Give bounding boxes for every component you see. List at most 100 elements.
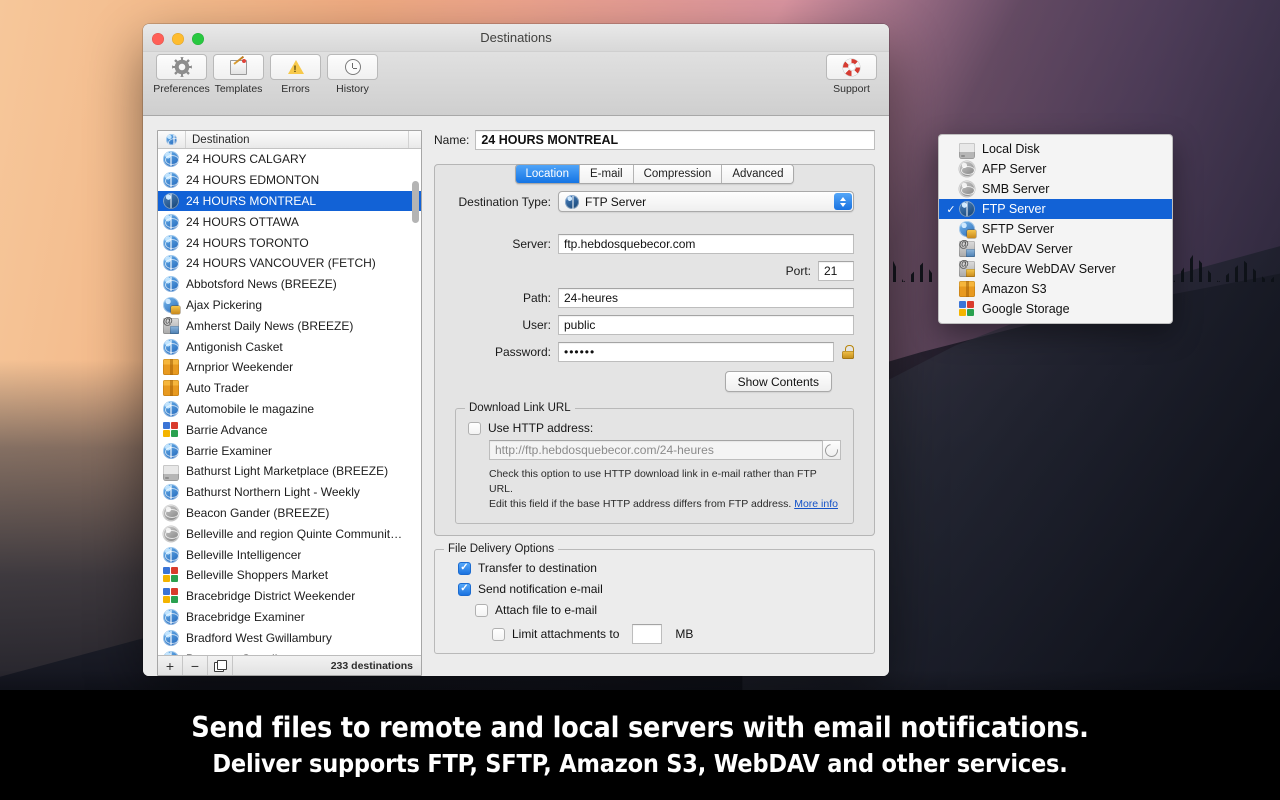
- destination-list-item[interactable]: Barrie Examiner: [158, 440, 421, 461]
- destinations-list-scroll[interactable]: 24 HOURS CALGARY24 HOURS EDMONTON24 HOUR…: [158, 149, 421, 655]
- destination-list-item[interactable]: 24 HOURS VANCOUVER (FETCH): [158, 253, 421, 274]
- http-hint-line-1: Check this option to use HTTP download l…: [468, 467, 841, 497]
- remove-destination-button[interactable]: −: [183, 656, 208, 675]
- globe-icon: [163, 401, 179, 417]
- dropdown-menu-item-label: WebDAV Server: [982, 242, 1073, 256]
- toolbar-item-templates[interactable]: Templates: [213, 54, 264, 95]
- destination-list-item[interactable]: Beacon Gander (BREEZE): [158, 503, 421, 524]
- send-notification-email-row[interactable]: Send notification e-mail: [447, 582, 862, 596]
- destination-list-item[interactable]: Belleville and region Quinte Communit…: [158, 523, 421, 544]
- globe-icon: [163, 630, 179, 646]
- list-header-destination[interactable]: Destination: [186, 131, 409, 148]
- destination-list-item[interactable]: Amherst Daily News (BREEZE): [158, 315, 421, 336]
- duplicate-destination-button[interactable]: [208, 656, 233, 675]
- destination-list-item[interactable]: Bathurst Northern Light - Weekly: [158, 482, 421, 503]
- destination-list-item[interactable]: Belleville Intelligencer: [158, 544, 421, 565]
- limit-attachments-row[interactable]: Limit attachments to MB: [447, 624, 862, 644]
- list-scrollbar-thumb[interactable]: [412, 181, 419, 223]
- destination-list-item[interactable]: Brampton Guardian: [158, 648, 421, 655]
- destination-list-item-label: Bathurst Northern Light - Weekly: [186, 485, 360, 499]
- destination-list-item-label: 24 HOURS CALGARY: [186, 152, 307, 166]
- destination-list-item[interactable]: Barrie Advance: [158, 419, 421, 440]
- more-info-link[interactable]: More info: [794, 498, 838, 510]
- destinations-list-panel: Destination 24 HOURS CALGARY 24 HOURS EDM…: [157, 130, 422, 676]
- destination-list-item[interactable]: Bracebridge Examiner: [158, 607, 421, 628]
- toolbar-item-history[interactable]: History: [327, 54, 378, 95]
- dropdown-menu-item[interactable]: Amazon S3: [939, 279, 1172, 299]
- toolbar-item-support[interactable]: Support: [826, 54, 877, 95]
- destination-list-item[interactable]: Ajax Pickering: [158, 295, 421, 316]
- destination-list-item[interactable]: Automobile le magazine: [158, 399, 421, 420]
- send-notification-email-checkbox[interactable]: [458, 583, 471, 596]
- dropdown-menu-item[interactable]: AFP Server: [939, 159, 1172, 179]
- destination-list-item[interactable]: Abbotsford News (BREEZE): [158, 274, 421, 295]
- password-input[interactable]: ••••••: [558, 342, 834, 362]
- destination-type-popup[interactable]: FTP Server: [558, 191, 854, 212]
- limit-attachments-checkbox[interactable]: [492, 628, 505, 641]
- tab-email[interactable]: E-mail: [580, 165, 634, 183]
- dropdown-menu-item[interactable]: WebDAV Server: [939, 239, 1172, 259]
- show-contents-button[interactable]: Show Contents: [725, 371, 832, 392]
- use-http-address-row[interactable]: Use HTTP address:: [468, 421, 841, 435]
- dropdown-menu-item[interactable]: Google Storage: [939, 299, 1172, 319]
- toolbar-main-group: Preferences Templates Errors History: [156, 54, 378, 95]
- destination-list-item[interactable]: Bradford West Gwillambury: [158, 627, 421, 648]
- user-input[interactable]: public: [558, 315, 854, 335]
- attach-file-to-email-row[interactable]: Attach file to e-mail: [447, 603, 862, 617]
- tab-location[interactable]: Location: [516, 165, 580, 183]
- destination-list-item[interactable]: 24 HOURS TORONTO: [158, 232, 421, 253]
- sftp-lock-globe-icon: [959, 221, 975, 237]
- tab-advanced[interactable]: Advanced: [722, 165, 793, 183]
- destination-list-item-label: Bradford West Gwillambury: [186, 631, 332, 645]
- list-header-row[interactable]: Destination: [158, 131, 421, 149]
- destination-list-item[interactable]: Auto Trader: [158, 378, 421, 399]
- toolbar-item-preferences[interactable]: Preferences: [156, 54, 207, 95]
- window-body: Destination 24 HOURS CALGARY 24 HOURS EDM…: [143, 116, 889, 676]
- server-sphere-icon: [163, 505, 179, 521]
- toolbar-item-errors[interactable]: Errors: [270, 54, 321, 95]
- globe-icon: [163, 609, 179, 625]
- name-label: Name:: [434, 133, 469, 147]
- chevron-updown-icon[interactable]: [834, 193, 852, 210]
- name-input[interactable]: 24 HOURS MONTREAL: [475, 130, 875, 150]
- http-url-input[interactable]: http://ftp.hebdosquebecor.com/24-heures: [489, 440, 823, 460]
- window-titlebar[interactable]: Destinations: [143, 24, 889, 52]
- attach-file-to-email-checkbox[interactable]: [475, 604, 488, 617]
- destination-list-item[interactable]: 24 HOURS MONTREAL: [158, 191, 421, 212]
- destination-list-item[interactable]: Antigonish Casket: [158, 336, 421, 357]
- tab-compression[interactable]: Compression: [634, 165, 723, 183]
- server-sphere-icon: [959, 181, 975, 197]
- lock-icon[interactable]: [842, 345, 854, 359]
- dropdown-menu-item[interactable]: SFTP Server: [939, 219, 1172, 239]
- dropdown-menu-item[interactable]: ✓FTP Server: [939, 199, 1172, 219]
- dropdown-menu-item[interactable]: Secure WebDAV Server: [939, 259, 1172, 279]
- destination-list-item[interactable]: Belleville Shoppers Market: [158, 565, 421, 586]
- local-disk-icon: [959, 141, 975, 157]
- destination-list-item[interactable]: Arnprior Weekender: [158, 357, 421, 378]
- port-row: Port: 21: [455, 261, 854, 281]
- list-scrollbar[interactable]: [411, 151, 420, 653]
- destination-list-item[interactable]: 24 HOURS OTTAWA: [158, 211, 421, 232]
- limit-attachments-input[interactable]: [632, 624, 662, 644]
- destination-list-item[interactable]: Bathurst Light Marketplace (BREEZE): [158, 461, 421, 482]
- destination-list-item-label: Ajax Pickering: [186, 298, 262, 312]
- dropdown-menu-item[interactable]: SMB Server: [939, 179, 1172, 199]
- desktop-wallpaper: Destinations Preferences Templates Error…: [0, 0, 1280, 800]
- path-input[interactable]: 24-heures: [558, 288, 854, 308]
- add-destination-button[interactable]: +: [158, 656, 183, 675]
- destination-list-item[interactable]: 24 HOURS CALGARY: [158, 149, 421, 170]
- server-input[interactable]: ftp.hebdosquebecor.com: [558, 234, 854, 254]
- port-input[interactable]: 21: [818, 261, 854, 281]
- refresh-url-button[interactable]: [823, 440, 841, 460]
- transfer-to-destination-row[interactable]: Transfer to destination: [447, 561, 862, 575]
- dropdown-menu-items: Local DiskAFP ServerSMB Server✓FTP Serve…: [939, 139, 1172, 319]
- destination-list-item[interactable]: 24 HOURS EDMONTON: [158, 170, 421, 191]
- transfer-to-destination-checkbox[interactable]: [458, 562, 471, 575]
- globe-icon: [163, 651, 179, 655]
- destination-list-item[interactable]: Bracebridge District Weekender: [158, 586, 421, 607]
- server-sphere-icon: [163, 526, 179, 542]
- use-http-address-checkbox[interactable]: [468, 422, 481, 435]
- dropdown-menu-item[interactable]: Local Disk: [939, 139, 1172, 159]
- warning-triangle-icon: [288, 60, 304, 74]
- destination-type-dropdown-menu[interactable]: Local DiskAFP ServerSMB Server✓FTP Serve…: [938, 134, 1173, 324]
